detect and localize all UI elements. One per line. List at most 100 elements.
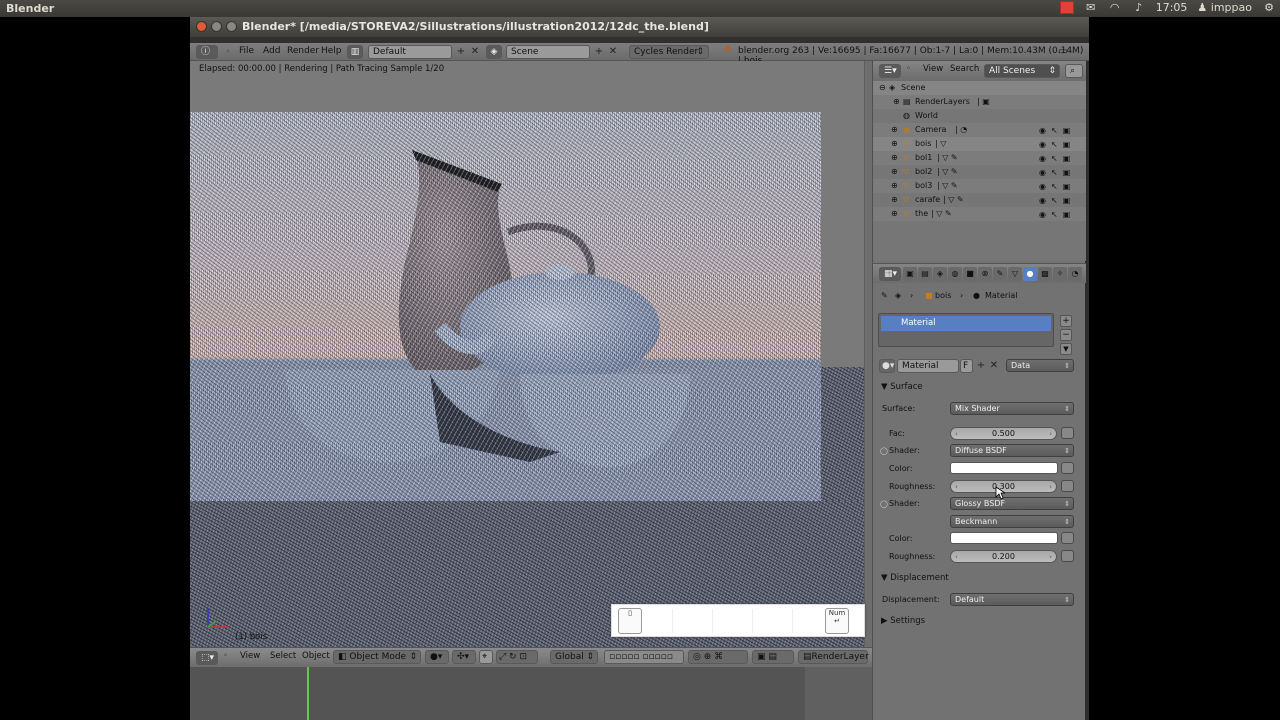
3d-viewport[interactable]: Elapsed: 00:00.00 | Rendering | Path Tra…: [190, 61, 872, 647]
tab-particles[interactable]: ✧: [1053, 267, 1067, 281]
material-slot-list[interactable]: Material: [878, 313, 1054, 347]
add-scene-icon[interactable]: +: [592, 45, 606, 59]
close-window-button[interactable]: [196, 21, 207, 32]
increment-icon[interactable]: ›: [1049, 481, 1052, 493]
outliner-row-bol1[interactable]: ⊕ ▽ bol1 | ▽ ✎ ◉ ↖ ▣: [873, 151, 1086, 165]
outliner-row-world[interactable]: ◍ World: [873, 109, 1086, 123]
restrict-icons[interactable]: ◉ ↖ ▣: [1039, 124, 1070, 138]
maximize-window-button[interactable]: [226, 21, 237, 32]
search-icon[interactable]: ⌕: [1065, 64, 1083, 78]
scene-icon[interactable]: ◈: [486, 45, 502, 59]
outliner-filter-select[interactable]: All Scenes ⇕: [984, 64, 1060, 78]
roughness2-socket-button[interactable]: [1061, 550, 1074, 562]
outliner-menu-view[interactable]: View: [923, 64, 943, 74]
add-material-icon[interactable]: +: [974, 359, 988, 373]
record-indicator-icon[interactable]: [1059, 1, 1074, 14]
shading-select[interactable]: ●▾: [425, 650, 449, 664]
displacement-section-header[interactable]: ▼ Displacement: [873, 571, 1086, 585]
outliner-row-bol2[interactable]: ⊕ ▽ bol2 | ▽ ✎ ◉ ↖ ▣: [873, 165, 1086, 179]
tab-texture[interactable]: ▩: [1038, 267, 1052, 281]
restrict-icons[interactable]: ◉ ↖ ▣: [1039, 152, 1070, 166]
clock[interactable]: 17:05: [1156, 1, 1188, 14]
snap-tools[interactable]: ◎ ⊕ ⌘: [688, 650, 748, 664]
menu-object[interactable]: Object: [302, 651, 330, 661]
remove-scene-icon[interactable]: ✕: [606, 45, 620, 59]
pivot-select[interactable]: ✣▾: [452, 650, 476, 664]
editor-type-button-outliner[interactable]: ☰▾: [879, 64, 901, 78]
collapse-menu-icon-3d[interactable]: ◦: [223, 651, 228, 661]
tab-physics[interactable]: ◔: [1068, 267, 1082, 281]
material-name-field[interactable]: Material: [897, 359, 959, 373]
tab-constraints[interactable]: ⊗: [978, 267, 992, 281]
roughness1-socket-button[interactable]: [1061, 480, 1074, 492]
wifi-icon[interactable]: ◠: [1108, 1, 1122, 14]
outliner-row-bol3[interactable]: ⊕ ▽ bol3 | ▽ ✎ ◉ ↖ ▣: [873, 179, 1086, 193]
screen-layout-field[interactable]: Default: [368, 45, 452, 59]
collapse-menu-icon[interactable]: ◦: [221, 45, 235, 59]
surface-section-header[interactable]: ▼ Surface: [873, 380, 1086, 394]
settings-section-header[interactable]: ▶ Settings: [873, 614, 1086, 628]
shader1-select[interactable]: Diffuse BSDF ⇕: [950, 444, 1074, 457]
shader2-select[interactable]: Glossy BSDF ⇕: [950, 497, 1074, 510]
fac-slider[interactable]: ‹ 0.500 ›: [950, 427, 1057, 440]
screen-layout-icon[interactable]: ▥: [347, 45, 363, 59]
restrict-icons[interactable]: ◉ ↖ ▣: [1039, 194, 1070, 208]
restrict-icons[interactable]: ◉ ↖ ▣: [1039, 208, 1070, 222]
color2-socket-button[interactable]: [1061, 532, 1074, 544]
tab-world[interactable]: ◍: [948, 267, 962, 281]
fullscreen-icon[interactable]: ▭: [1056, 45, 1070, 59]
displacement-select[interactable]: Default ⇕: [950, 593, 1074, 606]
color2-swatch[interactable]: [950, 532, 1058, 544]
expand-icon[interactable]: ⊕: [893, 95, 900, 109]
decrement-icon[interactable]: ‹: [955, 481, 958, 493]
expand-icon[interactable]: ⊕: [891, 207, 898, 221]
restrict-icons[interactable]: ◉ ↖ ▣: [1039, 180, 1070, 194]
mode-select[interactable]: ◧ Object Mode ⇕: [333, 650, 421, 664]
tab-data[interactable]: ▽: [1008, 267, 1022, 281]
expand-icon[interactable]: ⊖: [879, 81, 886, 95]
add-screen-icon[interactable]: +: [454, 45, 468, 59]
editor-type-button[interactable]: ⓘ ▾: [196, 45, 218, 70]
outliner-row-scene[interactable]: ⊖ ◈ Scene: [873, 81, 1086, 95]
mail-icon[interactable]: ✉: [1084, 1, 1098, 14]
minimize-window-button[interactable]: [211, 21, 222, 32]
menu-file[interactable]: File: [236, 45, 257, 59]
fake-user-button[interactable]: F: [960, 359, 973, 373]
layers-grid[interactable]: ▫▫▫▫▫ ▫▫▫▫▫: [604, 650, 684, 664]
menu-help[interactable]: Help: [318, 45, 345, 59]
expand-icon[interactable]: ⊕: [891, 193, 898, 207]
orientation-select[interactable]: Global ⇕: [550, 650, 598, 664]
timeline-cursor[interactable]: [307, 667, 309, 720]
surface-shader-select[interactable]: Mix Shader ⇕: [950, 402, 1074, 415]
remove-slot-button[interactable]: −: [1060, 329, 1072, 341]
viewport-scrollbar[interactable]: [864, 61, 872, 647]
expand-icon[interactable]: ⊕: [891, 179, 898, 193]
outliner-row-carafe[interactable]: ⊕ ▽ carafe | ▽ ✎ ◉ ↖ ▣: [873, 193, 1086, 207]
remove-screen-icon[interactable]: ✕: [468, 45, 482, 59]
transform-manipulators[interactable]: ⤢ ↻ ⊡: [496, 650, 538, 664]
menu-add[interactable]: Add: [260, 45, 283, 59]
menu-select[interactable]: Select: [270, 651, 296, 661]
tab-material[interactable]: ●: [1023, 267, 1037, 281]
outliner-row-the[interactable]: ⊕ ▽ the | ▽ ✎ ◉ ↖ ▣: [873, 207, 1086, 221]
add-slot-button[interactable]: +: [1060, 315, 1072, 327]
decrement-icon[interactable]: ‹: [955, 551, 958, 563]
fac-socket-button[interactable]: [1061, 427, 1074, 439]
scene-field[interactable]: Scene: [506, 45, 590, 59]
increment-icon[interactable]: ›: [1049, 428, 1052, 440]
expand-icon[interactable]: ⊕: [891, 123, 898, 137]
outliner-row-renderlayers[interactable]: ⊕ ▤ RenderLayers | ▣: [873, 95, 1086, 109]
color1-socket-button[interactable]: [1061, 462, 1074, 474]
tab-render-layers[interactable]: ▤: [918, 267, 932, 281]
timeline[interactable]: [190, 667, 872, 720]
outliner-row-camera[interactable]: ⊕ ▣ Camera | ◔ ◉ ↖ ▣: [873, 123, 1086, 137]
link-select[interactable]: Data ⇕: [1006, 359, 1074, 372]
breadcrumb-object[interactable]: bois: [935, 289, 951, 303]
restrict-icons[interactable]: ◉ ↖ ▣: [1039, 166, 1070, 180]
slot-menu-button[interactable]: ▼: [1060, 343, 1072, 355]
menu-view[interactable]: View: [240, 651, 260, 661]
expand-icon[interactable]: ⊕: [891, 151, 898, 165]
tab-modifiers[interactable]: ✎: [993, 267, 1007, 281]
outliner-menu-search[interactable]: Search: [950, 64, 979, 74]
increment-icon[interactable]: ›: [1049, 551, 1052, 563]
